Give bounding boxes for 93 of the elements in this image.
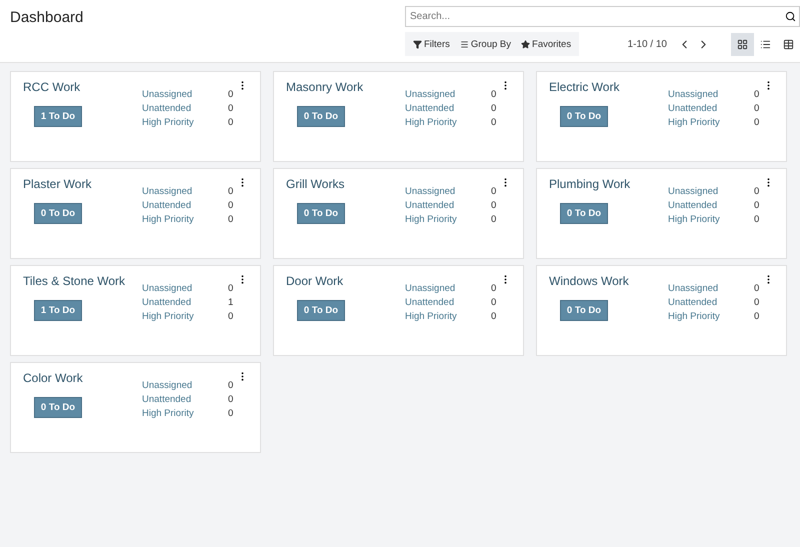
stat-value: 0	[491, 297, 498, 308]
stat-value: 0	[754, 89, 760, 100]
card-title[interactable]: Door Work	[286, 274, 344, 288]
stat-value: 0	[491, 311, 498, 322]
card-title[interactable]: Windows Work	[549, 274, 629, 288]
stat-value: 0	[228, 89, 234, 100]
stat-link[interactable]: High Priority	[142, 311, 228, 322]
filter-button[interactable]: Filters	[409, 38, 454, 50]
star-icon	[521, 40, 530, 48]
stat-link[interactable]: Unattended	[142, 103, 228, 114]
stat-value: 0	[754, 117, 760, 128]
card-title[interactable]: Electric Work	[549, 80, 620, 94]
stat-link[interactable]: Unattended	[405, 200, 491, 211]
todo-button[interactable]: 1 To Do	[34, 300, 82, 321]
stat-link[interactable]: Unassigned	[142, 380, 228, 391]
stat-link[interactable]: Unattended	[668, 103, 754, 114]
todo-button[interactable]: 0 To Do	[297, 203, 345, 224]
grid-icon	[783, 38, 794, 50]
todo-button[interactable]: 0 To Do	[297, 300, 345, 321]
card-title[interactable]: Plaster Work	[23, 177, 92, 191]
stat-link[interactable]: Unassigned	[405, 89, 491, 100]
stat-link[interactable]: High Priority	[668, 117, 754, 128]
todo-button[interactable]: 0 To Do	[34, 397, 82, 418]
stat-value: 0	[228, 186, 234, 197]
stat-link[interactable]: Unassigned	[668, 283, 754, 294]
stat-link[interactable]: Unassigned	[405, 186, 491, 197]
stat-link[interactable]: High Priority	[142, 408, 228, 419]
todo-button[interactable]: 0 To Do	[560, 203, 608, 224]
card-title[interactable]: Color Work	[23, 371, 83, 385]
stat-value: 0	[228, 408, 234, 419]
stat-link[interactable]: Unassigned	[142, 89, 228, 100]
card-title[interactable]: Masonry Work	[286, 80, 364, 94]
stat-value: 0	[754, 297, 760, 308]
stat-link[interactable]: Unassigned	[405, 283, 491, 294]
stat-link[interactable]: Unattended	[142, 200, 228, 211]
stat-value: 0	[754, 214, 760, 225]
stat-value: 0	[754, 200, 760, 211]
stat-value: 0	[491, 214, 498, 225]
search-field[interactable]: Search...	[405, 6, 800, 27]
stat-link[interactable]: Unattended	[668, 297, 754, 308]
todo-button[interactable]: 0 To Do	[297, 106, 345, 127]
todo-button[interactable]: 1 To Do	[34, 106, 82, 127]
stat-value: 0	[228, 214, 234, 225]
page-title: Dashboard	[10, 9, 84, 28]
stat-link[interactable]: Unattended	[405, 297, 491, 308]
stat-value: 1	[228, 297, 234, 308]
stat-value: 0	[491, 117, 498, 128]
stat-link[interactable]: Unattended	[142, 297, 228, 308]
stat-value: 0	[754, 186, 760, 197]
todo-button[interactable]: 0 To Do	[560, 300, 608, 321]
stat-value: 0	[228, 283, 234, 294]
kanban-view-button[interactable]	[731, 32, 754, 56]
stat-value: 0	[491, 200, 498, 211]
stat-link[interactable]: Unattended	[668, 200, 754, 211]
stat-link[interactable]: High Priority	[668, 214, 754, 225]
stat-value: 0	[754, 103, 760, 114]
stat-link[interactable]: High Priority	[668, 311, 754, 322]
stat-value: 0	[491, 283, 498, 294]
todo-button[interactable]: 0 To Do	[34, 203, 82, 224]
search-icon[interactable]	[785, 11, 796, 22]
stat-value: 0	[754, 311, 760, 322]
card-title[interactable]: Tiles & Stone Work	[23, 274, 126, 288]
stat-value: 0	[491, 186, 498, 197]
list-icon	[760, 38, 771, 50]
filter-icon	[413, 40, 422, 48]
stat-value: 0	[228, 380, 234, 391]
filter-button[interactable]: Group By	[456, 38, 516, 50]
stat-link[interactable]: Unassigned	[142, 186, 228, 197]
stat-value: 0	[491, 103, 498, 114]
stat-value: 0	[228, 311, 234, 322]
stat-link[interactable]: High Priority	[405, 311, 491, 322]
kanban-icon	[737, 38, 748, 50]
stat-link[interactable]: High Priority	[405, 117, 491, 128]
stat-value: 0	[491, 89, 498, 100]
stat-value: 0	[228, 394, 234, 405]
stat-value: 0	[754, 283, 760, 294]
stat-link[interactable]: Unassigned	[668, 89, 754, 100]
pager-text: 1-10 / 10	[628, 38, 667, 50]
stat-link[interactable]: Unassigned	[668, 186, 754, 197]
stat-link[interactable]: Unattended	[142, 394, 228, 405]
stat-value: 0	[228, 200, 234, 211]
card-title[interactable]: Plumbing Work	[549, 177, 630, 191]
stat-link[interactable]: High Priority	[142, 214, 228, 225]
stat-link[interactable]: High Priority	[142, 117, 228, 128]
stat-link[interactable]: Unattended	[405, 103, 491, 114]
card-title[interactable]: Grill Works	[286, 177, 344, 191]
card-title[interactable]: RCC Work	[23, 80, 80, 94]
stat-value: 0	[228, 103, 234, 114]
todo-button[interactable]: 0 To Do	[560, 106, 608, 127]
stat-link[interactable]: Unassigned	[142, 283, 228, 294]
filter-button[interactable]: Favorites	[517, 38, 576, 50]
stat-value: 0	[228, 117, 234, 128]
stat-link[interactable]: High Priority	[405, 214, 491, 225]
